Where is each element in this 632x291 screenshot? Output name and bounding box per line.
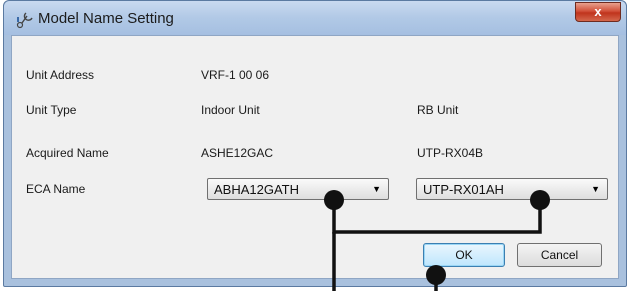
- callout-marker-rb: [530, 190, 550, 210]
- callout-marker-indoor: [324, 190, 344, 210]
- callout-overlay: [324, 190, 550, 291]
- callout-marker-ok: [426, 265, 446, 285]
